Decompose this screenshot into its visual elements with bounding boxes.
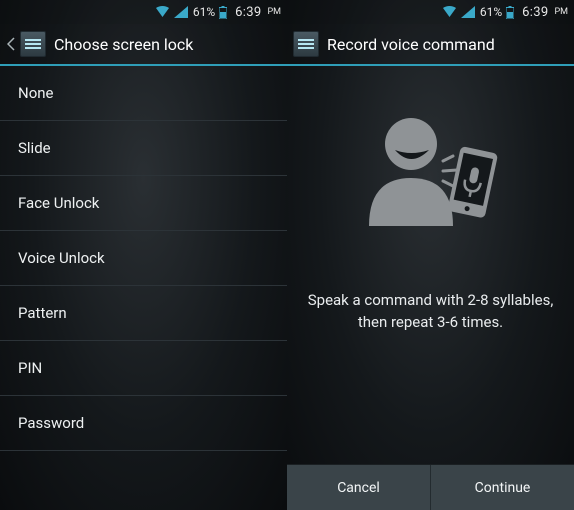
back-icon[interactable] <box>6 23 16 65</box>
signal-icon <box>461 6 475 18</box>
settings-icon[interactable] <box>20 31 46 57</box>
list-item-label: Voice Unlock <box>18 249 105 267</box>
battery-percentage: 61% <box>193 5 215 19</box>
battery-icon <box>506 6 514 19</box>
battery-percentage: 61% <box>480 5 502 19</box>
actionbar: Choose screen lock <box>0 24 287 66</box>
option-none[interactable]: None <box>0 66 287 121</box>
option-password[interactable]: Password <box>0 396 287 451</box>
option-voice-unlock[interactable]: Voice Unlock <box>0 231 287 286</box>
battery-icon <box>219 6 227 19</box>
wifi-icon <box>155 6 170 18</box>
continue-button[interactable]: Continue <box>431 465 574 510</box>
list-item-label: Face Unlock <box>18 194 99 212</box>
voice-record-content: Speak a command with 2-8 syllables, then… <box>287 66 574 464</box>
clock-time: 6:39 <box>522 5 548 20</box>
list-item-label: None <box>18 84 54 102</box>
option-face-unlock[interactable]: Face Unlock <box>0 176 287 231</box>
option-pin[interactable]: PIN <box>0 341 287 396</box>
clock-ampm: PM <box>267 7 281 17</box>
clock-ampm: PM <box>554 7 568 17</box>
actionbar: Record voice command <box>287 24 574 66</box>
screen-record-voice: 61% 6:39 PM Record voice command <box>287 0 574 510</box>
page-title: Choose screen lock <box>54 35 193 54</box>
list-item-label: Password <box>18 414 84 432</box>
screen-choose-lock: 61% 6:39 PM Choose screen lock None Slid… <box>0 0 287 510</box>
signal-icon <box>174 6 188 18</box>
instruction-text: Speak a command with 2-8 syllables, then… <box>308 290 554 334</box>
button-label: Cancel <box>337 480 380 496</box>
wifi-icon <box>442 6 457 18</box>
option-slide[interactable]: Slide <box>0 121 287 176</box>
list-item-label: Slide <box>18 139 51 157</box>
list-item-label: Pattern <box>18 304 67 322</box>
instruction-line: Speak a command with 2-8 syllables, <box>308 290 554 312</box>
button-label: Continue <box>475 480 531 496</box>
cancel-button[interactable]: Cancel <box>287 465 430 510</box>
clock-time: 6:39 <box>235 5 261 20</box>
page-title: Record voice command <box>327 35 495 54</box>
statusbar: 61% 6:39 PM <box>0 0 287 24</box>
voice-person-phone-icon <box>351 106 511 260</box>
instruction-line: then repeat 3-6 times. <box>308 312 554 334</box>
lock-options-list: None Slide Face Unlock Voice Unlock Patt… <box>0 66 287 510</box>
option-pattern[interactable]: Pattern <box>0 286 287 341</box>
settings-icon[interactable] <box>293 31 319 57</box>
list-item-label: PIN <box>18 359 42 377</box>
statusbar: 61% 6:39 PM <box>287 0 574 24</box>
button-bar: Cancel Continue <box>287 464 574 510</box>
